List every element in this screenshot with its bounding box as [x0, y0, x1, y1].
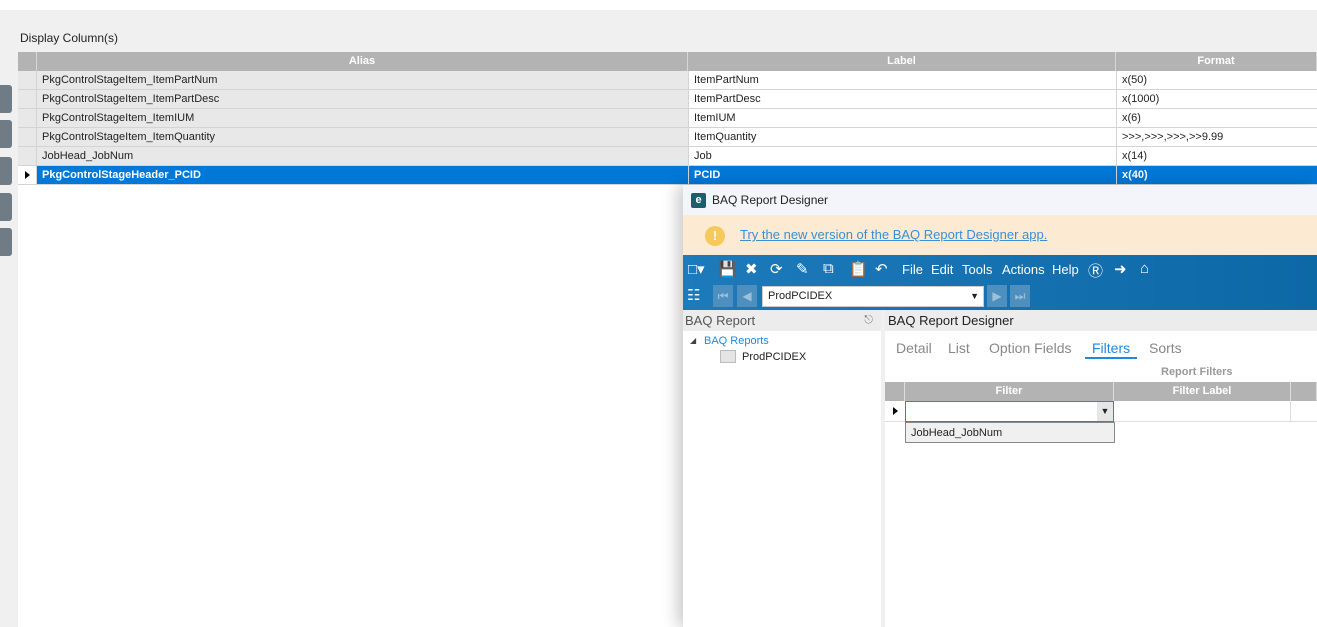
- tab-filters[interactable]: Filters: [1085, 340, 1138, 359]
- filter-header[interactable]: Filter: [905, 382, 1114, 401]
- row-selector[interactable]: [18, 90, 37, 108]
- window-title: BAQ Report Designer: [712, 193, 829, 207]
- filter-label-header[interactable]: Filter Label: [1114, 382, 1291, 401]
- label-cell[interactable]: ItemQuantity: [688, 128, 1116, 146]
- delete-icon[interactable]: ✖: [745, 260, 758, 278]
- tab-detail[interactable]: Detail: [896, 340, 932, 356]
- app-logo-icon: e: [691, 193, 706, 208]
- baq-report-designer-window: e BAQ Report Designer ! Try the new vers…: [683, 185, 1317, 627]
- save-icon[interactable]: 💾: [718, 260, 737, 278]
- forward-icon[interactable]: ➜: [1114, 260, 1127, 278]
- format-cell[interactable]: x(6): [1116, 109, 1317, 127]
- row-selector[interactable]: [18, 71, 37, 89]
- alias-cell[interactable]: PkgControlStageItem_ItemQuantity: [37, 128, 688, 146]
- paste-icon[interactable]: 📋: [849, 260, 868, 278]
- alias-cell[interactable]: PkgControlStageItem_ItemPartDesc: [37, 90, 688, 108]
- dropdown-option[interactable]: JobHead_JobNum: [905, 422, 1115, 443]
- tree-root-baq-reports[interactable]: BAQ Reports: [704, 335, 769, 347]
- label-cell[interactable]: ItemIUM: [688, 109, 1116, 127]
- undo-icon[interactable]: ↶: [875, 260, 888, 278]
- format-cell[interactable]: >>>,>>>,>>>,>>9.99: [1116, 128, 1317, 146]
- move-up-button[interactable]: [0, 120, 12, 148]
- menu-actions[interactable]: Actions: [1002, 262, 1045, 278]
- move-down-button[interactable]: [0, 157, 12, 185]
- row-selector[interactable]: [18, 109, 37, 127]
- next-record-button[interactable]: ▶: [987, 285, 1007, 307]
- tree-item-prodpcidex[interactable]: ProdPCIDEX: [742, 351, 806, 363]
- row-selector[interactable]: [18, 147, 37, 165]
- new-version-link[interactable]: Try the new version of the BAQ Report De…: [740, 227, 1047, 242]
- label-cell[interactable]: PCID: [688, 166, 1116, 184]
- display-columns-title: Display Column(s): [20, 31, 119, 45]
- main-panel-title: BAQ Report Designer: [888, 313, 1014, 328]
- title-bar: e BAQ Report Designer: [683, 185, 1317, 215]
- main-panel-header: BAQ Report Designer: [885, 310, 1317, 331]
- copy-icon[interactable]: ⧉: [823, 260, 834, 277]
- prev-record-button[interactable]: ◀: [737, 285, 757, 307]
- toolbar: □▾ 💾 ✖ ⟳ ✎ ⧉ 📋 ↶ File Edit Tools Actions…: [683, 255, 1317, 310]
- table-row[interactable]: PkgControlStageHeader_PCID PCID x(40): [18, 166, 1317, 185]
- label-cell[interactable]: ItemPartNum: [688, 71, 1116, 89]
- extra-header: [1291, 382, 1317, 401]
- table-row[interactable]: JobHead_JobNum Job x(14): [18, 147, 1317, 166]
- current-row-icon: [893, 407, 898, 415]
- row-selector[interactable]: [18, 166, 37, 184]
- filter-row[interactable]: ▼: [885, 401, 1317, 422]
- alias-cell[interactable]: JobHead_JobNum: [37, 147, 688, 165]
- table-row[interactable]: PkgControlStageItem_ItemQuantity ItemQua…: [18, 128, 1317, 147]
- menu-tools[interactable]: Tools: [962, 262, 992, 278]
- report-filters-title: Report Filters: [1161, 366, 1233, 378]
- filter-combo[interactable]: ▼: [905, 401, 1114, 422]
- format-cell[interactable]: x(40): [1116, 166, 1317, 184]
- chevron-down-icon[interactable]: ▼: [1097, 402, 1113, 421]
- home-icon[interactable]: ⌂: [1140, 260, 1149, 277]
- pin-icon[interactable]: ⎋: [864, 314, 873, 327]
- current-row-icon: [25, 171, 30, 179]
- move-bottom-button[interactable]: [0, 193, 12, 221]
- record-combo-value: ProdPCIDEX: [768, 290, 833, 302]
- expand-icon[interactable]: ◢: [690, 336, 696, 345]
- tab-sorts[interactable]: Sorts: [1149, 340, 1182, 356]
- baq-report-panel-title: BAQ Report: [685, 313, 756, 328]
- clear-icon[interactable]: ✎: [796, 260, 809, 278]
- alias-cell[interactable]: PkgControlStageItem_ItemPartNum: [37, 71, 688, 89]
- menu-help[interactable]: Help: [1052, 262, 1079, 278]
- table-row[interactable]: PkgControlStageItem_ItemIUM ItemIUM x(6): [18, 109, 1317, 128]
- top-band: [0, 10, 1317, 52]
- label-cell[interactable]: Job: [688, 147, 1116, 165]
- baq-report-panel-header: BAQ Report ⎋: [683, 310, 881, 331]
- calculator-button[interactable]: [0, 228, 12, 256]
- splitter[interactable]: [881, 310, 885, 627]
- tab-option-fields[interactable]: Option Fields: [989, 340, 1071, 356]
- format-cell[interactable]: x(1000): [1116, 90, 1317, 108]
- table-row[interactable]: PkgControlStageItem_ItemPartDesc ItemPar…: [18, 90, 1317, 109]
- alias-header[interactable]: Alias: [37, 52, 688, 71]
- tab-list[interactable]: List: [948, 340, 970, 356]
- format-cell[interactable]: x(14): [1116, 147, 1317, 165]
- filter-selector-header: [885, 382, 905, 401]
- search-binoculars-icon[interactable]: ☷: [687, 286, 700, 304]
- move-top-button[interactable]: [0, 85, 12, 113]
- chevron-down-icon[interactable]: ▼: [970, 291, 979, 301]
- back-icon[interactable]: Ⓡ: [1088, 260, 1103, 281]
- refresh-icon[interactable]: ⟳: [770, 260, 783, 278]
- format-cell[interactable]: x(50): [1116, 71, 1317, 89]
- format-header[interactable]: Format: [1116, 52, 1317, 71]
- label-cell[interactable]: ItemPartDesc: [688, 90, 1116, 108]
- warning-icon: !: [705, 226, 725, 246]
- menu-file[interactable]: File: [902, 262, 923, 278]
- row-selector-header: [18, 52, 37, 71]
- first-record-button[interactable]: ⏮: [713, 285, 733, 307]
- row-selector[interactable]: [18, 128, 37, 146]
- table-row[interactable]: PkgControlStageItem_ItemPartNum ItemPart…: [18, 71, 1317, 90]
- label-header[interactable]: Label: [688, 52, 1116, 71]
- filter-label-cell[interactable]: [1114, 401, 1291, 422]
- last-record-button[interactable]: ⏭: [1010, 285, 1030, 307]
- menu-edit[interactable]: Edit: [931, 262, 953, 278]
- record-combo[interactable]: ProdPCIDEX ▼: [762, 286, 984, 307]
- alias-cell[interactable]: PkgControlStageHeader_PCID: [37, 166, 688, 184]
- alias-cell[interactable]: PkgControlStageItem_ItemIUM: [37, 109, 688, 127]
- new-icon[interactable]: □▾: [688, 260, 705, 278]
- folder-icon: [720, 350, 736, 363]
